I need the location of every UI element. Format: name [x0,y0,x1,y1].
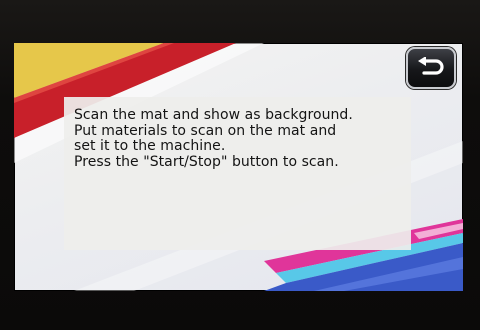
message-line-3: set it to the machine. [74,138,226,154]
message-line-2: Put materials to scan on the mat and [74,122,337,139]
back-button[interactable] [406,47,456,89]
scan-instruction-dialog: Scan the mat and show as background. Put… [64,97,411,250]
message-line-4: Press the "Start/Stop" button to scan. [74,153,339,170]
return-arrow-icon [418,57,444,75]
touch-screen: Scan the mat and show as background. Put… [14,43,463,291]
message-line-1: Scan the mat and show as background. [74,107,353,123]
